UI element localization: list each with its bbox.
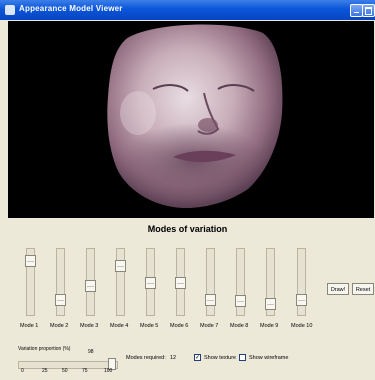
mode-slider-thumb[interactable] (145, 277, 156, 289)
mode-slider-thumb[interactable] (115, 260, 126, 272)
show-texture-checkbox[interactable]: ✓ (194, 354, 201, 361)
mode-slider-track[interactable] (145, 248, 156, 316)
mode-slider-thumb[interactable] (235, 295, 246, 307)
modes-heading: Modes of variation (147, 224, 228, 234)
maximize-button[interactable] (362, 4, 375, 17)
mode-label: Mode 8 (230, 323, 249, 329)
variation-tick-label: 100 (104, 368, 113, 374)
mode-label: Mode 7 (200, 323, 219, 329)
variation-slider-track[interactable] (18, 361, 118, 369)
variation-tick-label: 25 (42, 368, 48, 374)
reset-button[interactable]: Reset (352, 283, 374, 295)
variation-tick-label: 75 (82, 368, 88, 374)
mode-slider-track[interactable] (85, 248, 96, 316)
mode-slider-track[interactable] (115, 248, 126, 316)
mode-label: Mode 2 (50, 323, 69, 329)
mode-slider-thumb[interactable] (205, 294, 216, 306)
show-wireframe-checkbox[interactable] (239, 354, 246, 361)
mode-slider-thumb[interactable] (265, 298, 276, 310)
mode-label: Mode 6 (170, 323, 189, 329)
render-viewport[interactable] (8, 21, 374, 218)
mode-slider-track[interactable] (296, 248, 307, 316)
mode-slider-thumb[interactable] (296, 294, 307, 306)
mode-slider-thumb[interactable] (85, 280, 96, 292)
variation-label: Variation proportion (%) (18, 346, 71, 352)
show-texture-label: Show texture (204, 355, 237, 361)
variation-tick-label: 0 (21, 368, 24, 374)
mode-label: Mode 3 (80, 323, 99, 329)
variation-tick-label: 50 (62, 368, 68, 374)
face-render (107, 24, 283, 209)
mode-label: Mode 1 (20, 323, 39, 329)
mode-slider-track[interactable] (235, 248, 246, 316)
mode-slider-thumb[interactable] (55, 294, 66, 306)
mode-slider-track[interactable] (265, 248, 276, 316)
mode-slider-track[interactable] (205, 248, 216, 316)
modes-required-value: 12 (170, 355, 177, 361)
draw-button[interactable]: Draw! (327, 283, 349, 295)
mode-slider-track[interactable] (25, 248, 36, 316)
mode-slider-track[interactable] (175, 248, 186, 316)
app-icon (5, 5, 15, 15)
variation-value: 98 (88, 349, 94, 355)
mode-slider-thumb[interactable] (25, 255, 36, 267)
show-wireframe-label: Show wireframe (249, 355, 289, 361)
mode-label: Mode 10 (291, 323, 313, 329)
mode-label: Mode 5 (140, 323, 159, 329)
app-window: Appearance Model Viewer Modes of variati… (0, 0, 375, 380)
title-bar: Appearance Model Viewer (0, 0, 375, 20)
mode-slider-thumb[interactable] (175, 277, 186, 289)
window-title: Appearance Model Viewer (19, 4, 123, 13)
mode-label: Mode 9 (260, 323, 279, 329)
mode-slider-track[interactable] (55, 248, 66, 316)
mode-label: Mode 4 (110, 323, 129, 329)
modes-required-label: Modes required: (126, 355, 166, 361)
